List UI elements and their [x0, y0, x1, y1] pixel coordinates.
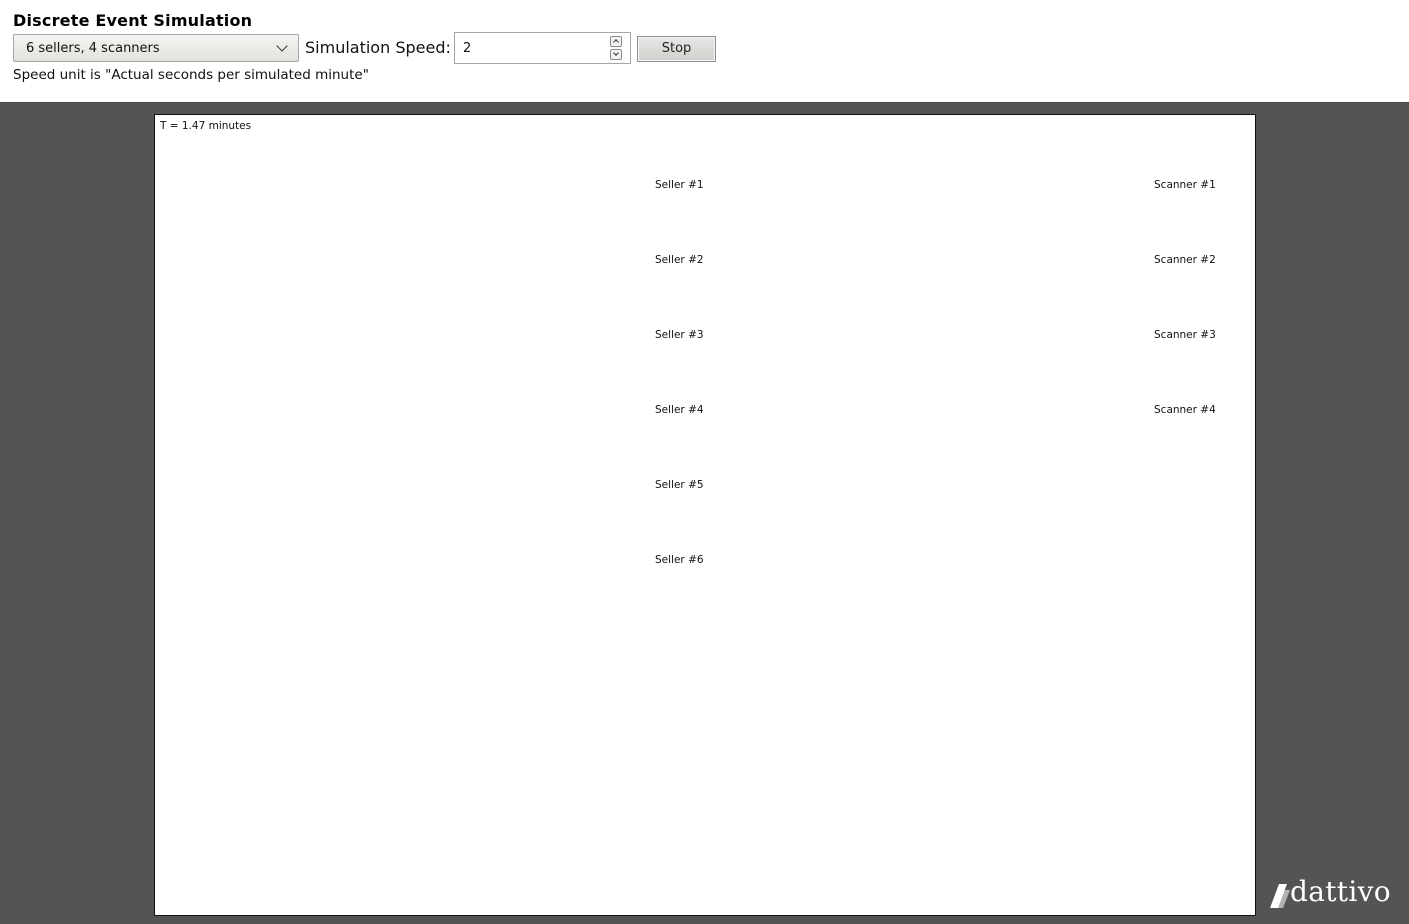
speed-label: Simulation Speed:: [305, 38, 451, 57]
speed-input[interactable]: [455, 33, 600, 63]
seller-label: Seller #3: [655, 329, 704, 341]
config-select[interactable]: 6 sellers, 4 scanners: [13, 34, 299, 62]
speed-spinner[interactable]: [610, 36, 622, 60]
scanner-label: Scanner #2: [1154, 254, 1216, 266]
brand-mark-icon: [1270, 884, 1290, 908]
scanner-label: Scanner #1: [1154, 179, 1216, 191]
time-readout: T = 1.47 minutes: [160, 120, 252, 132]
chevron-down-icon: [276, 40, 288, 52]
spin-up-icon[interactable]: [610, 36, 622, 47]
control-panel: Discrete Event Simulation 6 sellers, 4 s…: [0, 0, 1409, 103]
seller-label: Seller #1: [655, 179, 704, 191]
scanner-label: Scanner #3: [1154, 329, 1216, 341]
stop-button[interactable]: Stop: [637, 36, 716, 62]
seller-label: Seller #6: [655, 554, 704, 566]
app-title: Discrete Event Simulation: [13, 11, 253, 30]
seller-label: Seller #4: [655, 404, 704, 416]
simulation-stage: T = 1.47 minutes Seller #1 Seller #2 Sel…: [0, 103, 1409, 924]
speed-unit-note: Speed unit is "Actual seconds per simula…: [13, 67, 369, 83]
seller-label: Seller #5: [655, 479, 704, 491]
seller-label: Seller #2: [655, 254, 704, 266]
scanner-label: Scanner #4: [1154, 404, 1216, 416]
simulation-canvas: T = 1.47 minutes Seller #1 Seller #2 Sel…: [154, 114, 1256, 916]
speed-field[interactable]: [454, 32, 631, 64]
config-select-value: 6 sellers, 4 scanners: [26, 41, 160, 56]
brand-logo-text: dattivo: [1290, 875, 1391, 908]
spin-down-icon[interactable]: [610, 49, 622, 60]
